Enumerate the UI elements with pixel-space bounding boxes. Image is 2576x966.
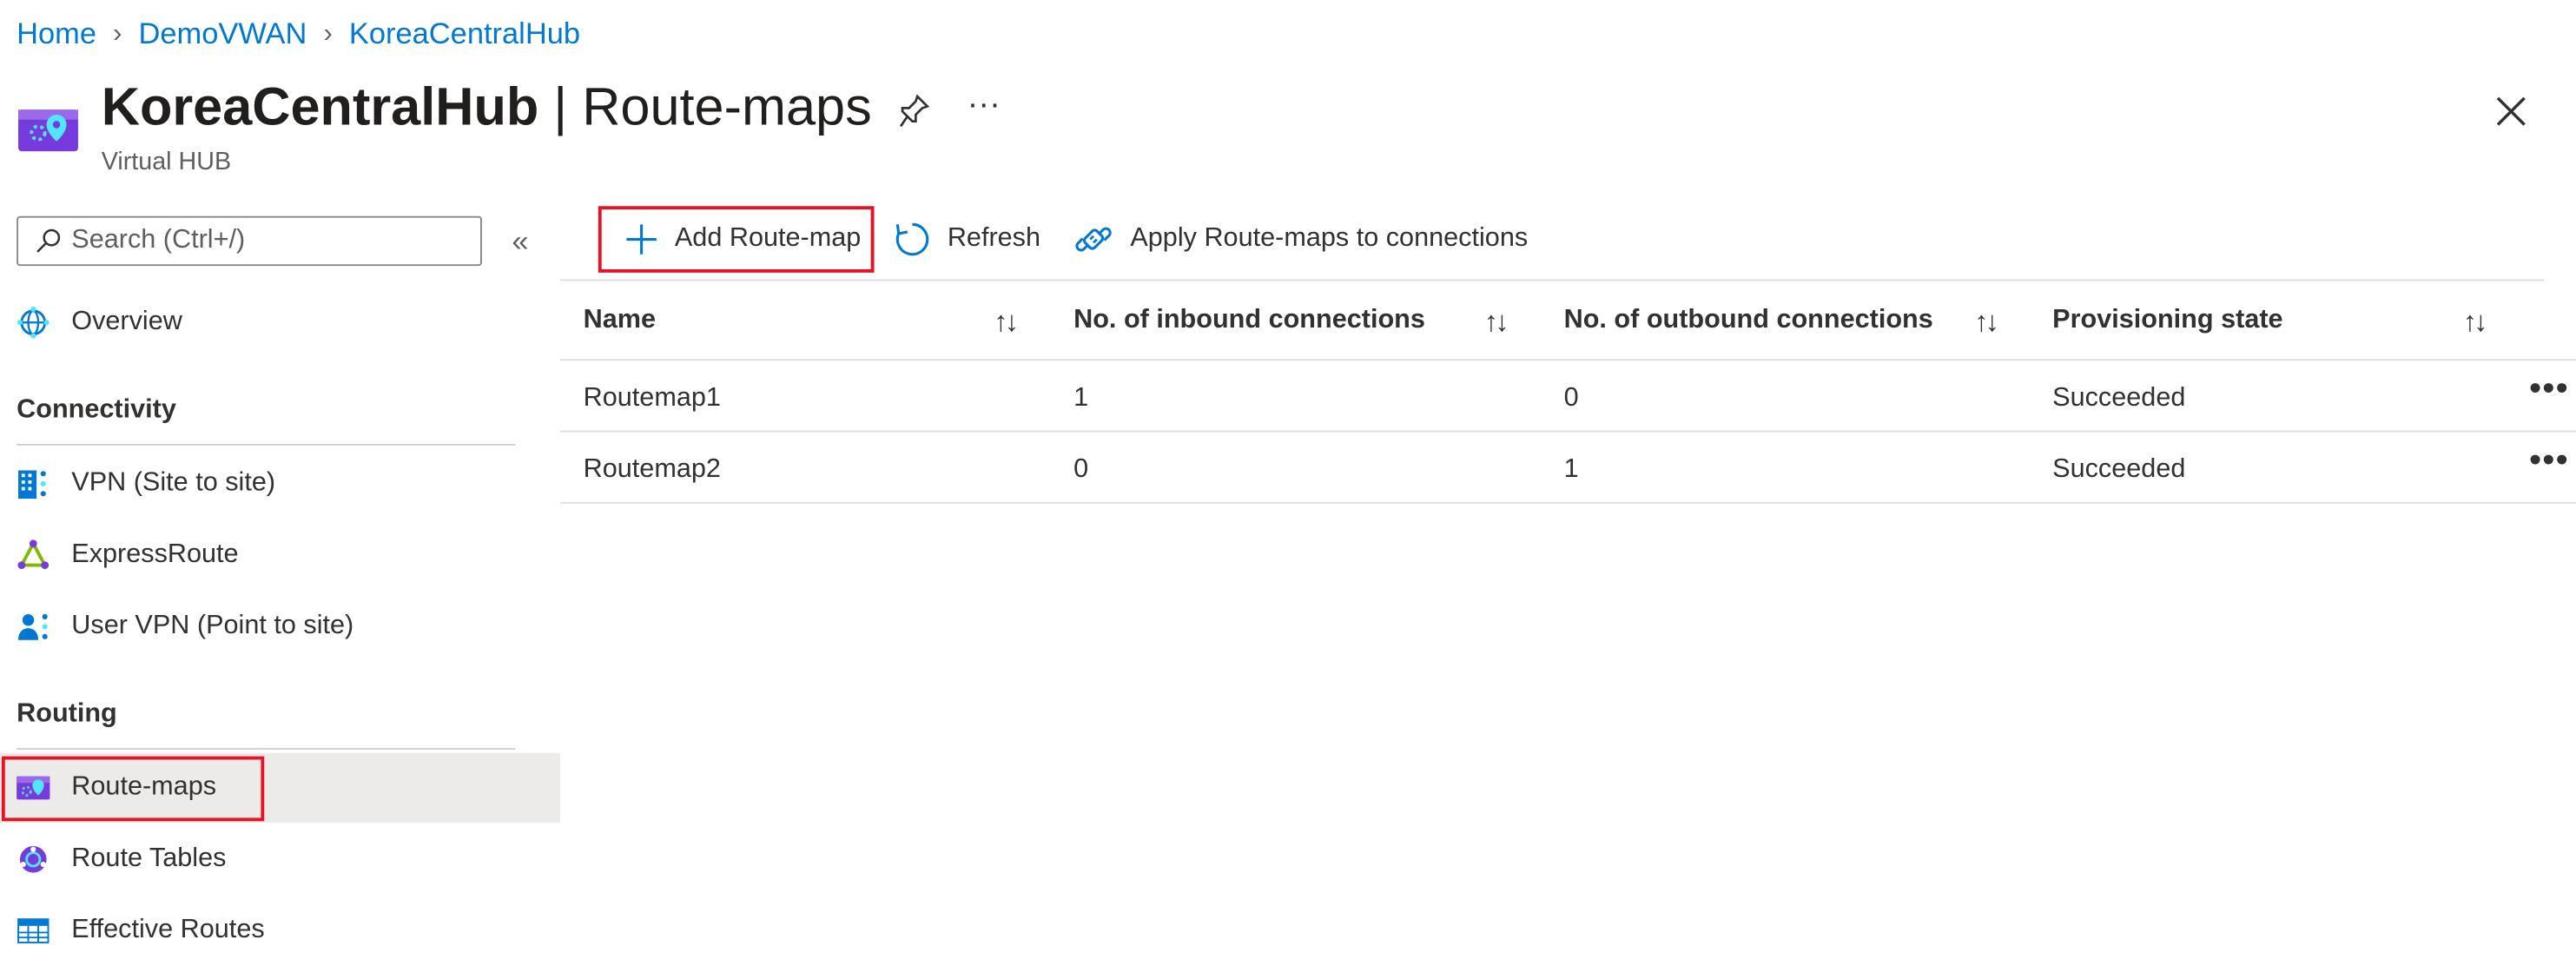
sidebar-item-label: User VPN (Point to site)	[71, 612, 354, 640]
user-vpn-icon	[15, 608, 51, 645]
page-name: Route-maps	[582, 76, 872, 136]
sidebar-item-overview[interactable]: Overview	[0, 288, 560, 357]
sidebar-item-effective-routes[interactable]: Effective Routes	[0, 896, 560, 965]
refresh-label: Refresh	[947, 224, 1041, 253]
cell-name[interactable]: Routemap2	[584, 455, 721, 485]
refresh-icon	[895, 222, 929, 256]
chevron-right-icon: ›	[323, 19, 333, 48]
overview-icon	[15, 304, 51, 341]
row-more-icon[interactable]: •••	[2529, 371, 2569, 409]
virtual-hub-icon	[18, 109, 78, 152]
table-row[interactable]: Routemap2 0 1 Succeeded •••	[560, 433, 2576, 502]
cell-provisioning-state: Succeeded	[2052, 384, 2186, 413]
breadcrumb-demovwan[interactable]: DemoVWAN	[138, 17, 307, 51]
apply-route-maps-label: Apply Route-maps to connections	[1130, 224, 1529, 253]
search-icon	[36, 228, 61, 253]
breadcrumb: Home › DemoVWAN › KoreaCentralHub	[17, 17, 580, 51]
sidebar-item-label: VPN (Site to site)	[71, 468, 276, 498]
sidebar-item-label: Route Tables	[71, 844, 227, 873]
highlight-box	[1, 756, 265, 822]
route-tables-icon	[15, 841, 51, 877]
add-route-map-label: Add Route-map	[674, 224, 862, 253]
section-connectivity: Connectivity	[17, 395, 176, 424]
sort-icon[interactable]: ↑↓	[1484, 306, 1509, 339]
column-header-name[interactable]: Name	[584, 306, 656, 335]
toolbar-divider	[559, 279, 2545, 281]
sidebar-item-expressroute[interactable]: ExpressRoute	[0, 520, 560, 590]
connect-plug-icon	[1075, 227, 1112, 252]
resource-type: Virtual HUB	[101, 148, 232, 176]
sort-icon[interactable]: ↑↓	[1974, 306, 1999, 339]
section-divider	[17, 748, 516, 750]
more-options-button[interactable]: ···	[968, 87, 1001, 125]
app-root: Home › DemoVWAN › KoreaCentralHub KoreaC…	[0, 0, 2576, 959]
section-divider	[17, 443, 516, 446]
cell-provisioning-state: Succeeded	[2052, 455, 2186, 484]
plus-icon	[626, 224, 657, 255]
sort-icon[interactable]: ↑↓	[2463, 306, 2488, 339]
table-row[interactable]: Routemap1 1 0 Succeeded •••	[560, 361, 2576, 430]
sidebar-item-vpn-site-to-site[interactable]: VPN (Site to site)	[0, 449, 560, 519]
section-routing: Routing	[17, 699, 117, 729]
vpn-site-icon	[15, 466, 51, 502]
add-route-map-button[interactable]: Add Route-map	[598, 206, 875, 273]
breadcrumb-hub[interactable]: KoreaCentralHub	[349, 17, 580, 51]
sidebar-item-label: Overview	[71, 307, 182, 336]
sort-icon[interactable]: ↑↓	[994, 306, 1019, 339]
effective-routes-icon	[15, 913, 51, 949]
sidebar-item-label: ExpressRoute	[71, 539, 239, 569]
column-header-provisioning-state[interactable]: Provisioning state	[2052, 306, 2282, 335]
sidebar-item-route-tables[interactable]: Route Tables	[0, 824, 560, 894]
apply-route-maps-button[interactable]: Apply Route-maps to connections	[1051, 206, 1538, 273]
collapse-sidebar-button[interactable]: «	[512, 224, 528, 259]
row-divider	[559, 501, 2576, 504]
refresh-button[interactable]: Refresh	[875, 206, 1051, 273]
cell-outbound: 0	[1563, 384, 1579, 413]
chevron-right-icon: ›	[113, 19, 122, 48]
sidebar-item-label: Effective Routes	[71, 916, 265, 944]
cell-inbound: 1	[1073, 384, 1089, 413]
cell-inbound: 0	[1073, 455, 1089, 484]
cell-outbound: 1	[1563, 455, 1579, 484]
search-placeholder: Search (Ctrl+/)	[71, 226, 246, 255]
column-header-outbound[interactable]: No. of outbound connections	[1564, 306, 1933, 335]
command-bar: Add Route-map Refresh Apply Route-maps t…	[598, 206, 1538, 273]
title-separator: |	[538, 76, 583, 136]
column-header-inbound[interactable]: No. of inbound connections	[1073, 306, 1425, 335]
resource-name: KoreaCentralHub	[101, 76, 539, 136]
search-input[interactable]: Search (Ctrl+/)	[17, 215, 482, 267]
pin-icon[interactable]	[897, 93, 930, 129]
close-icon[interactable]	[2493, 93, 2529, 129]
row-more-icon[interactable]: •••	[2529, 442, 2569, 480]
breadcrumb-home[interactable]: Home	[17, 17, 96, 51]
expressroute-icon	[15, 537, 51, 573]
page-title: KoreaCentralHub | Route-maps	[102, 76, 872, 138]
cell-name[interactable]: Routemap1	[584, 384, 721, 414]
sidebar-item-user-vpn[interactable]: User VPN (Point to site)	[0, 592, 560, 661]
